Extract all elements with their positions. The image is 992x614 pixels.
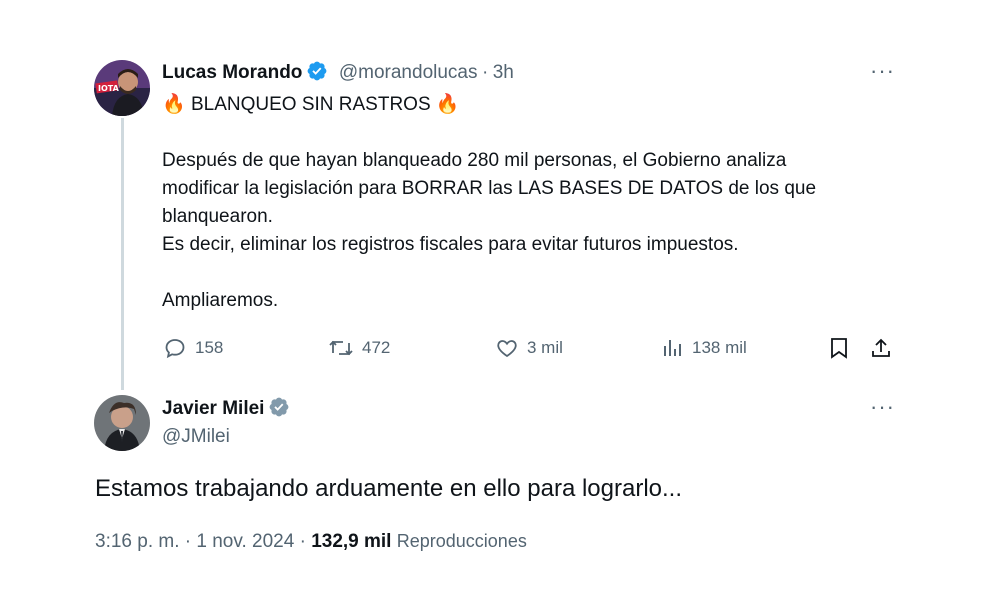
- tweet-date[interactable]: 1 nov. 2024: [196, 531, 294, 552]
- thread-connector-line: [121, 118, 124, 390]
- heart-icon: [497, 340, 517, 358]
- tweet-time[interactable]: 3:16 p. m.: [95, 531, 180, 552]
- more-options-icon[interactable]: ···: [870, 394, 895, 420]
- tweet1-body: Después de que hayan blanqueado 280 mil …: [162, 147, 816, 315]
- share-icon[interactable]: [869, 336, 893, 365]
- verified-badge-icon: [268, 396, 290, 418]
- views-total: 132,9 mil: [311, 531, 392, 552]
- tweet1-para1-line2: modificar la legislación para BORRAR las…: [162, 178, 817, 199]
- author-handle[interactable]: @JMilei: [162, 426, 230, 448]
- verified-badge-icon: [306, 60, 328, 82]
- tweet1-para2: Es decir, eliminar los registros fiscale…: [162, 234, 739, 255]
- analytics-icon: [664, 340, 681, 356]
- tweet1-para1-line3: blanquearon.: [162, 206, 273, 227]
- separator-dot: ·: [481, 62, 489, 83]
- views-label: Reproducciones: [396, 531, 527, 551]
- more-options-icon[interactable]: ···: [870, 58, 895, 84]
- author-handle[interactable]: @morandolucas: [339, 62, 478, 83]
- retweet-count: 472: [362, 338, 391, 357]
- retweet-icon: [329, 340, 353, 356]
- avatar-lucas-morando[interactable]: IOTA: [94, 60, 150, 116]
- tweet1-title: BLANQUEO SIN RASTROS: [190, 94, 431, 115]
- reply-count: 158: [195, 338, 224, 357]
- tweet1-title-line: 🔥 BLANQUEO SIN RASTROS 🔥: [162, 91, 460, 119]
- tweet1-para3: Ampliaremos.: [162, 290, 279, 311]
- views-button[interactable]: 138 mil: [662, 336, 747, 360]
- author-name[interactable]: Javier Milei: [162, 398, 264, 419]
- tweet-time[interactable]: 3h: [493, 62, 514, 83]
- tweet2-meta: 3:16 p. m. · 1 nov. 2024 · 132,9 mil Rep…: [95, 531, 527, 553]
- separator-dot: ·: [299, 531, 306, 552]
- tweet2-header: Javier Milei: [162, 396, 290, 420]
- retweet-button[interactable]: 472: [328, 336, 390, 360]
- author-name[interactable]: Lucas Morando: [162, 62, 302, 83]
- fire-emoji-icon: 🔥: [162, 94, 186, 115]
- tweet1-header: Lucas Morando @morandolucas · 3h: [162, 60, 514, 84]
- reply-icon: [165, 339, 185, 359]
- fire-emoji-icon: 🔥: [435, 94, 460, 115]
- bookmark-icon[interactable]: [827, 336, 851, 365]
- like-count: 3 mil: [527, 338, 563, 357]
- tweet1-para1-line1: Después de que hayan blanqueado 280 mil …: [162, 150, 787, 171]
- separator-dot: ·: [184, 531, 192, 552]
- avatar-javier-milei[interactable]: [94, 395, 150, 451]
- views-count: 138 mil: [692, 338, 747, 357]
- like-button[interactable]: 3 mil: [495, 336, 563, 360]
- reply-button[interactable]: 158: [163, 336, 223, 360]
- tweet2-text: Estamos trabajando arduamente en ello pa…: [95, 475, 683, 502]
- avatar-logo-text: IOTA: [98, 84, 120, 93]
